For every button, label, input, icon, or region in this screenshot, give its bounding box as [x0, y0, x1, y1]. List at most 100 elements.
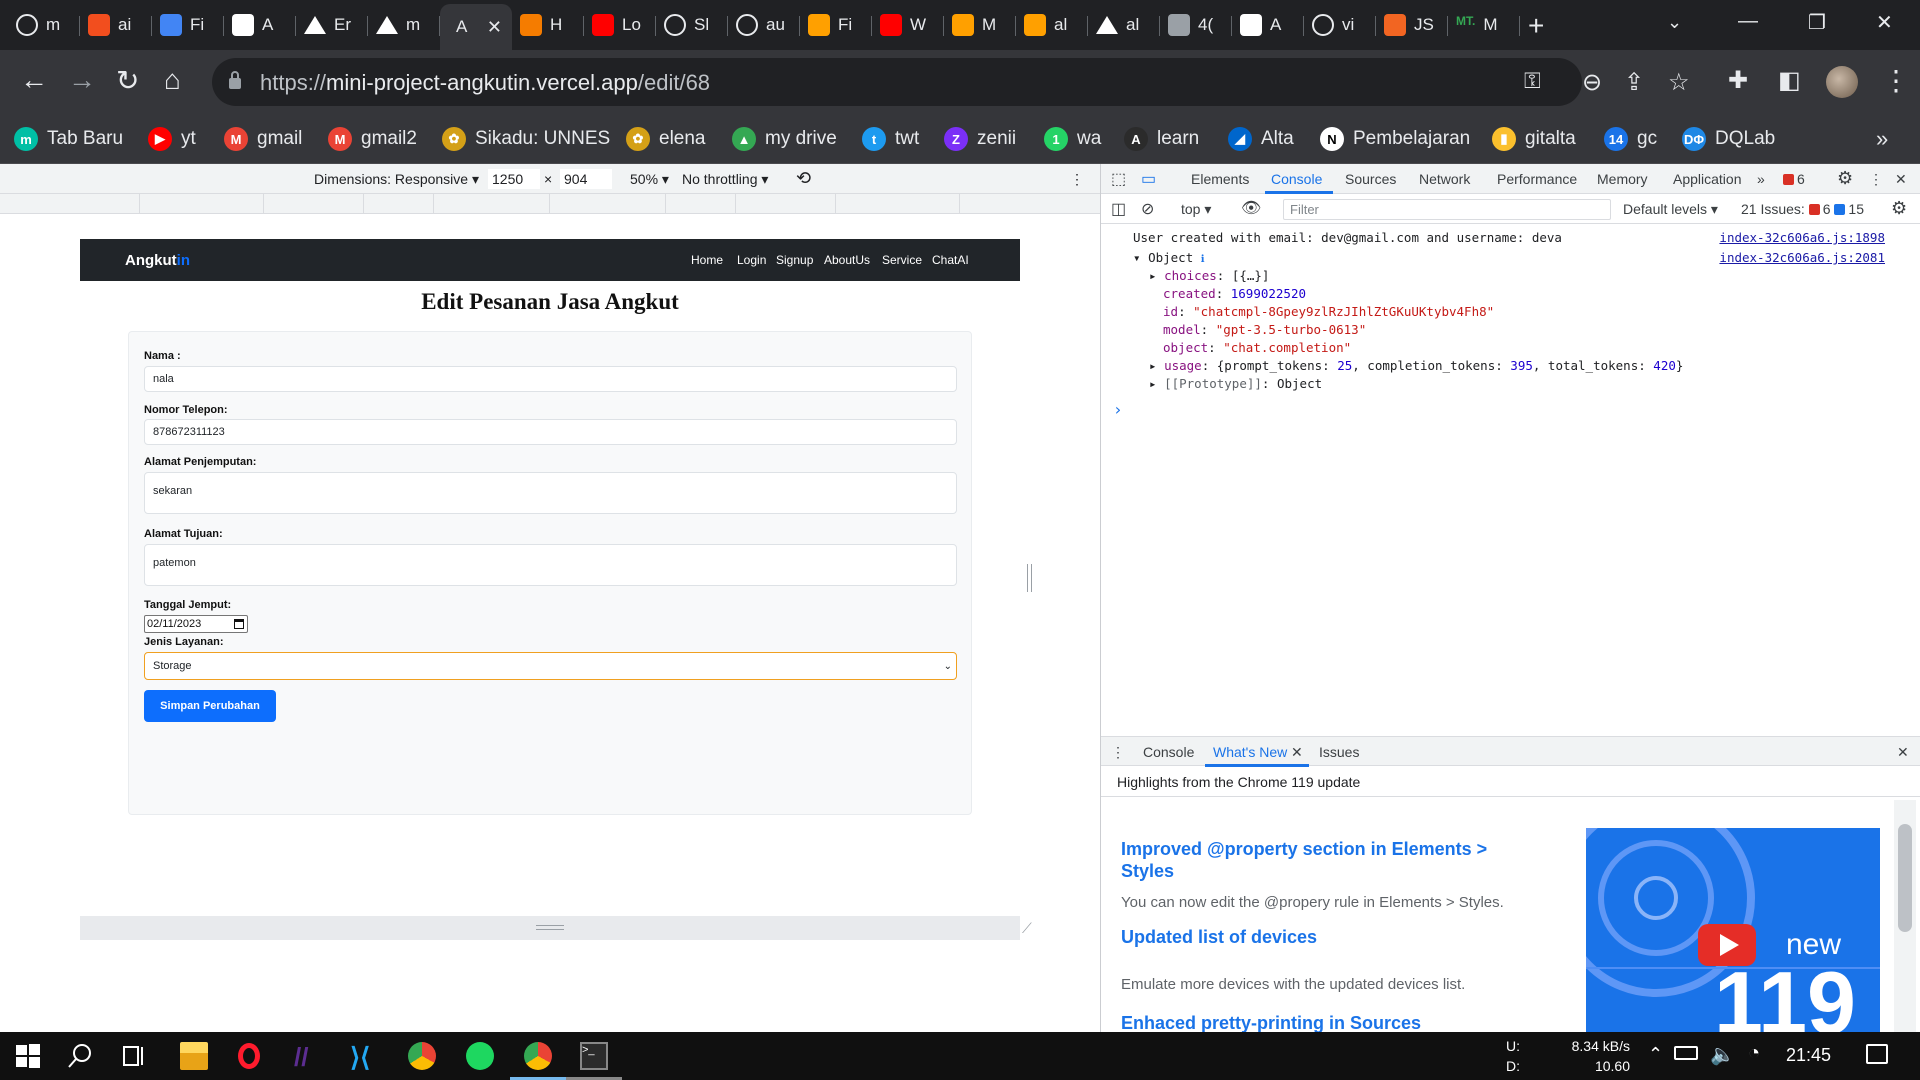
browser-tab[interactable]: au	[728, 8, 800, 42]
settings-icon[interactable]: ⚙	[1837, 168, 1853, 189]
vscode-icon[interactable]: ⟩⟨	[350, 1042, 378, 1072]
menu-icon[interactable]: ⋮	[1882, 64, 1910, 97]
whatsnew-item-title[interactable]: Improved @property section in Elements >…	[1121, 838, 1521, 882]
back-icon[interactable]: ←	[20, 64, 48, 96]
devtools-menu-icon[interactable]: ⋮	[1869, 171, 1883, 188]
drawer-menu-icon[interactable]: ⋮	[1111, 744, 1125, 761]
whatsnew-item-title[interactable]: Updated list of devices	[1121, 926, 1317, 948]
device-options-icon[interactable]: ⋮	[1070, 171, 1084, 188]
bookmark-item[interactable]: Mgmail	[224, 122, 302, 156]
whatsnew-scrollbar[interactable]	[1894, 800, 1916, 1032]
close-drawer-icon[interactable]: ✕	[1897, 744, 1909, 761]
browser-tab[interactable]: ai	[80, 8, 152, 42]
tab-sources[interactable]: Sources	[1345, 171, 1396, 187]
share-icon[interactable]: ⇪	[1624, 68, 1644, 97]
task-view-icon[interactable]	[120, 1042, 148, 1070]
browser-tab[interactable]: A	[224, 8, 296, 42]
tujuan-textarea[interactable]: patemon	[144, 544, 957, 586]
key-icon[interactable]: ⚿	[1524, 68, 1541, 94]
battery-icon[interactable]	[1674, 1046, 1698, 1060]
close-tab-icon[interactable]: ✕	[487, 17, 502, 38]
more-tabs-icon[interactable]: »	[1757, 171, 1765, 187]
chrome-active-icon[interactable]	[524, 1042, 552, 1070]
star-icon[interactable]: ☆	[1668, 68, 1690, 97]
browser-tab[interactable]: Sl	[656, 8, 728, 42]
resize-handle-bottom[interactable]	[80, 916, 1020, 940]
height-input[interactable]: 904	[560, 169, 612, 189]
browser-tab[interactable]: JS	[1376, 8, 1448, 42]
nama-input[interactable]: nala	[144, 366, 957, 392]
bookmark-item[interactable]: Alearn	[1124, 122, 1199, 156]
sidebar-toggle-icon[interactable]: ◫	[1111, 199, 1126, 219]
extensions-icon[interactable]: ✚	[1728, 66, 1748, 95]
browser-tab[interactable]: A ✕	[440, 4, 512, 50]
chrome-icon[interactable]	[408, 1042, 436, 1070]
visual-studio-icon[interactable]: //	[294, 1042, 322, 1072]
url-text[interactable]: https://mini-project-angkutin.vercel.app…	[260, 70, 710, 96]
live-expression-icon[interactable]: 👁	[1241, 198, 1261, 218]
bookmark-item[interactable]: N Pembelajaran	[1320, 122, 1470, 156]
close-window-button[interactable]: ✕	[1876, 10, 1893, 35]
bookmark-item[interactable]: m Tab Baru	[14, 122, 123, 156]
bookmark-item[interactable]: ▲ my drive	[732, 122, 837, 156]
browser-tab[interactable]: al	[1088, 8, 1160, 42]
drawer-tab-issues[interactable]: Issues	[1319, 744, 1359, 760]
tab-application[interactable]: Application	[1673, 171, 1742, 187]
home-icon[interactable]: ⌂	[164, 64, 181, 96]
drawer-tab-whatsnew[interactable]: What's New	[1213, 744, 1287, 760]
minimize-button[interactable]: —	[1738, 10, 1758, 33]
throttling-select[interactable]: No throttling ▾	[682, 171, 768, 188]
browser-tab[interactable]: Fi	[800, 8, 872, 42]
nav-aboutus[interactable]: AboutUs	[824, 253, 870, 267]
reload-icon[interactable]: ↻	[116, 64, 139, 97]
rotate-icon[interactable]: ⟲	[796, 168, 811, 189]
issues-counter[interactable]: 21 Issues: 6 15	[1741, 201, 1864, 217]
browser-tab[interactable]: W	[872, 8, 944, 42]
browser-tab[interactable]: A	[1232, 8, 1304, 42]
search-icon[interactable]	[66, 1042, 94, 1070]
nav-chatai[interactable]: ChatAI	[932, 253, 969, 267]
prototype-row[interactable]: ▸ [[Prototype]]: Object	[1149, 376, 1322, 391]
layanan-select[interactable]: Storage ⌄	[144, 652, 957, 680]
chrome-119-video-thumbnail[interactable]: new 119	[1586, 828, 1880, 1032]
taskbar-clock[interactable]: 21:45	[1786, 1045, 1831, 1066]
bookmark-item[interactable]: ✿ elena	[626, 122, 706, 156]
bookmark-item[interactable]: ◢ Alta	[1228, 122, 1294, 156]
bookmark-item[interactable]: ✿ Sikadu: UNNES	[442, 122, 610, 156]
browser-tab[interactable]: H	[512, 8, 584, 42]
volume-icon[interactable]: 🔈	[1710, 1042, 1735, 1067]
tanggal-input[interactable]: 02/11/2023	[144, 615, 248, 633]
tab-search-icon[interactable]: ⌄	[1667, 12, 1682, 33]
profile-avatar[interactable]	[1826, 66, 1858, 98]
bookmark-item[interactable]: 14 gc	[1604, 122, 1657, 156]
bookmark-item[interactable]: ▶ yt	[148, 122, 196, 156]
bookmark-item[interactable]: Mgmail2	[328, 122, 417, 156]
nav-login[interactable]: Login	[737, 253, 766, 267]
opera-icon[interactable]	[238, 1043, 260, 1069]
browser-tab[interactable]: m	[8, 8, 80, 42]
width-input[interactable]: 1250	[488, 169, 540, 189]
bookmark-item[interactable]: t twt	[862, 122, 919, 156]
drawer-tab-console[interactable]: Console	[1143, 744, 1194, 760]
wifi-icon[interactable]: ◔	[1748, 1042, 1760, 1065]
bookmark-item[interactable]: 1 wa	[1044, 122, 1101, 156]
console-prompt[interactable]: ›	[1113, 400, 1123, 419]
forward-icon[interactable]: →	[68, 64, 96, 96]
tray-chevron-icon[interactable]: ⌃	[1648, 1044, 1663, 1065]
browser-tab[interactable]: MT. M	[1448, 8, 1520, 42]
context-select[interactable]: top ▾	[1181, 201, 1211, 218]
tab-memory[interactable]: Memory	[1597, 171, 1648, 187]
device-toggle-icon[interactable]: ▭	[1141, 169, 1156, 189]
nav-home[interactable]: Home	[691, 253, 723, 267]
side-panel-icon[interactable]: ◧	[1778, 66, 1801, 95]
bookmark-item[interactable]: DΦ DQLab	[1682, 122, 1775, 156]
browser-tab[interactable]: m	[368, 8, 440, 42]
brand-logo[interactable]: Angkutin	[125, 252, 190, 269]
save-button[interactable]: Simpan Perubahan	[144, 690, 276, 722]
tab-elements[interactable]: Elements	[1191, 171, 1249, 187]
spotify-icon[interactable]	[466, 1042, 494, 1070]
error-badge[interactable]: 6	[1783, 171, 1805, 187]
browser-tab[interactable]: vi	[1304, 8, 1376, 42]
whatsnew-item-title[interactable]: Enhaced pretty-printing in Sources	[1121, 1012, 1421, 1032]
nav-signup[interactable]: Signup	[776, 253, 813, 267]
